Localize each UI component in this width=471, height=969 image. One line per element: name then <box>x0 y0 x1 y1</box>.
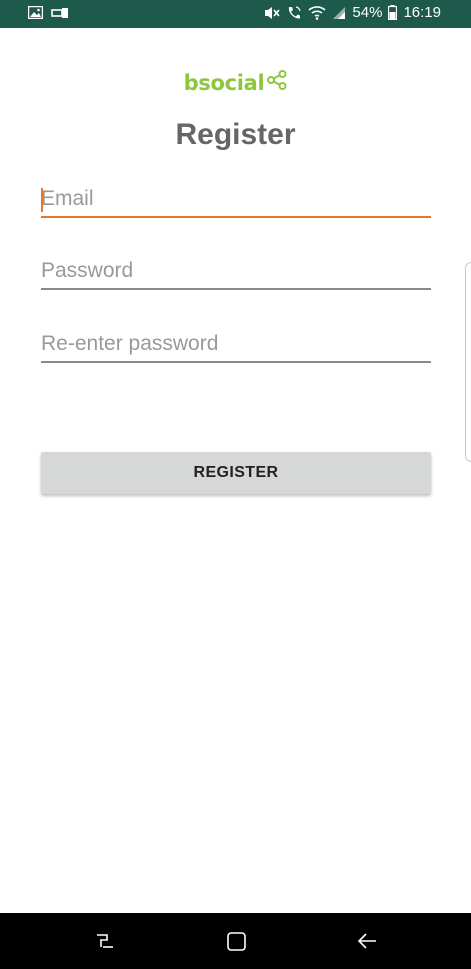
status-left-icons <box>28 6 69 19</box>
status-right-icons: 54% 16:19 <box>264 4 441 21</box>
recent-apps-icon[interactable] <box>91 927 119 955</box>
email-field-underline <box>41 216 431 218</box>
reenter-password-field-container <box>41 331 431 363</box>
page-title: Register <box>175 118 296 151</box>
email-field[interactable] <box>41 186 431 216</box>
call-icon <box>286 5 302 21</box>
home-icon[interactable] <box>222 927 250 955</box>
text-cursor <box>41 188 43 212</box>
status-bar: 54% 16:19 <box>0 0 471 28</box>
password-field[interactable] <box>41 258 431 288</box>
password-field-underline <box>41 288 431 290</box>
email-field-container <box>41 186 431 218</box>
register-button[interactable]: REGISTER <box>41 452 431 494</box>
password-field-container <box>41 258 431 290</box>
clock: 16:19 <box>403 4 441 21</box>
key-icon <box>51 7 69 19</box>
back-icon[interactable] <box>353 927 381 955</box>
navigation-bar <box>0 913 471 969</box>
battery-percent: 54% <box>352 4 383 21</box>
logo-text: bsocial <box>183 70 265 95</box>
edge-panel-handle[interactable] <box>465 262 471 462</box>
share-icon <box>267 70 287 95</box>
reenter-password-field[interactable] <box>41 331 431 361</box>
wifi-icon <box>308 5 326 20</box>
app-logo: bsocial <box>0 70 471 95</box>
image-icon <box>28 6 43 19</box>
reenter-password-field-underline <box>41 361 431 363</box>
battery-icon <box>388 5 398 20</box>
mute-icon <box>264 5 281 21</box>
register-screen: 54% 16:19 bsocial Register Email REGISTE… <box>0 0 471 969</box>
signal-icon <box>332 6 346 20</box>
